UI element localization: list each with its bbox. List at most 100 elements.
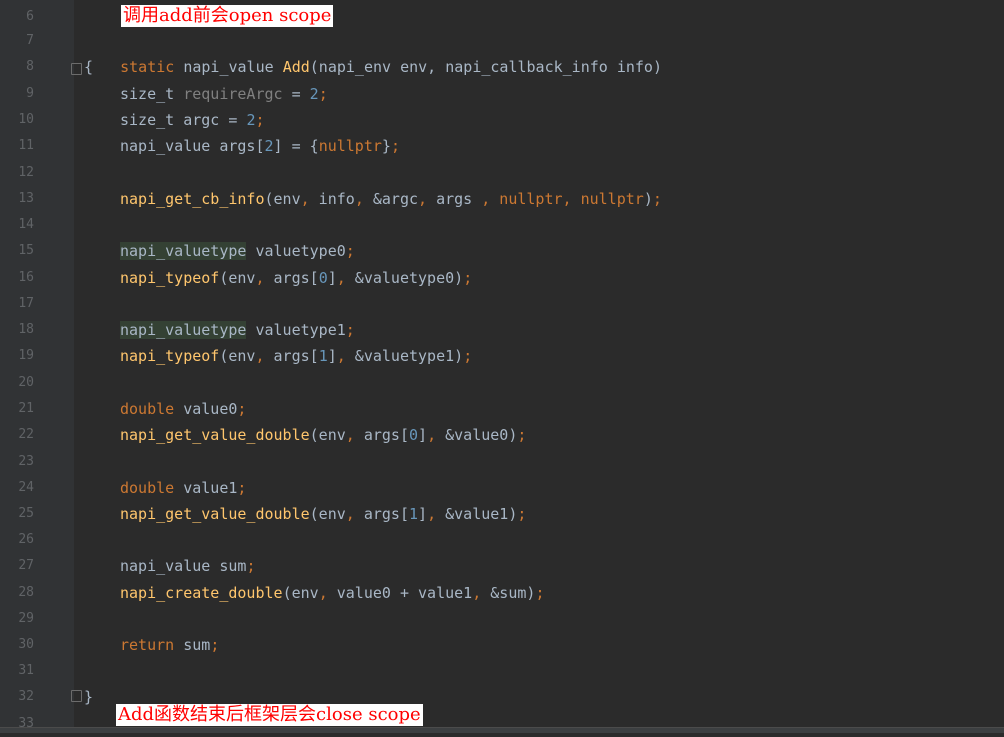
arg: ] [418,426,428,444]
function-call: napi_typeof [120,269,220,287]
line-number: 16 [18,270,34,285]
semicolon: ; [652,190,662,208]
comma: , [336,347,346,365]
code-line-13: napi_get_cb_info(env, info, &argc, args … [120,186,662,212]
code-line-11: napi_value args[2] = {nullptr}; [120,133,400,159]
comma: , [345,426,355,444]
arg: ] [327,347,337,365]
line-number: 10 [18,112,34,127]
arg: args[ [354,505,409,523]
line-number: 31 [18,663,34,678]
code-line-25: napi_get_value_double(env, args[1], &val… [120,501,526,527]
comma: , [427,426,437,444]
arg: info [309,190,355,208]
statement: napi_value sum [120,557,247,575]
line-number: 29 [18,611,34,626]
line-number: 25 [18,506,34,521]
annotation-open-scope: 调用add前会open scope [121,5,334,27]
highlighted-type: napi_valuetype [120,242,247,260]
code-line-27: napi_value sum; [120,553,255,579]
semicolon: ; [246,557,256,575]
code-line-32: } [84,684,93,710]
number: 1 [409,505,419,523]
semicolon: ; [255,111,265,129]
arg: args[ [264,269,319,287]
code-line-10: size_t argc = 2; [120,107,265,133]
keyword: return [120,636,175,654]
semicolon: ; [535,584,545,602]
arg: value0 + value1 [327,584,473,602]
arg: (env [309,505,346,523]
fold-marker-icon[interactable] [71,690,82,702]
code-editor[interactable]: 6 7 8 9 10 11 12 13 14 15 16 17 18 19 20 21 22 23 24 25 26 27… [0,0,1004,733]
number: 0 [318,269,328,287]
comma: , [481,190,491,208]
arg: &sum) [481,584,536,602]
function-call: napi_create_double [120,584,283,602]
keyword: double [120,479,175,497]
line-number: 26 [18,532,34,547]
statement: ] = { [273,137,319,155]
arg: (env [309,426,346,444]
line-number: 17 [18,296,34,311]
keyword: nullptr [490,190,563,208]
code-line-9: size_t requireArgc = 2; [120,81,328,107]
number: 1 [318,347,328,365]
comma: , [354,190,364,208]
statement: } [381,137,391,155]
code-line-24: double value1; [120,475,246,501]
function-call: napi_get_value_double [120,426,310,444]
code-line-30: return sum; [120,632,219,658]
arg: (env [264,190,301,208]
horizontal-scrollbar[interactable] [0,727,1004,733]
arg: ] [327,269,337,287]
function-name: Add [282,58,310,77]
line-number: 23 [18,454,34,469]
type: size_t [120,85,184,103]
semicolon: ; [237,400,247,418]
brace: } [84,688,94,706]
arg: &valuetype1) [345,347,464,365]
number: 0 [409,426,419,444]
function-call: napi_get_value_double [120,505,310,523]
keyword: nullptr [318,137,382,155]
semicolon: ; [517,505,527,523]
comma: , [255,347,265,365]
fold-marker-icon[interactable] [71,63,82,75]
comma: , [318,584,328,602]
line-number: 19 [18,348,34,363]
highlighted-type: napi_valuetype [120,321,247,339]
line-number: 15 [18,243,34,258]
keyword: nullptr [571,190,644,208]
line-number: 30 [18,637,34,652]
keyword: double [120,400,175,418]
paren: ) [643,190,653,208]
semicolon: ; [463,269,473,287]
line-number: 18 [18,322,34,337]
statement: size_t argc = [120,111,247,129]
line-number: 22 [18,427,34,442]
line-number: 24 [18,480,34,495]
comma: , [300,190,310,208]
comma: , [472,584,482,602]
number: 2 [264,137,274,155]
type: napi_value [174,58,283,77]
semicolon: ; [463,347,473,365]
semicolon: ; [345,242,355,260]
line-number: 33 [18,716,34,731]
semicolon: ; [237,479,247,497]
variable: value0 [174,400,238,418]
comma: , [255,269,265,287]
semicolon: ; [517,426,527,444]
function-call: napi_typeof [120,347,220,365]
code-line-16: napi_typeof(env, args[0], &valuetype0); [120,265,472,291]
arg: args[ [264,347,319,365]
function-call: napi_get_cb_info [120,190,265,208]
semicolon: ; [390,137,400,155]
semicolon: ; [210,636,220,654]
line-number-gutter: 6 7 8 9 10 11 12 13 14 15 16 17 18 19 20 21 22 23 24 25 26 27… [0,0,74,733]
arg: args[ [354,426,409,444]
brace: { [84,58,94,76]
line-number: 12 [18,165,34,180]
params: (napi_env env, napi_callback_info info) [309,58,662,77]
